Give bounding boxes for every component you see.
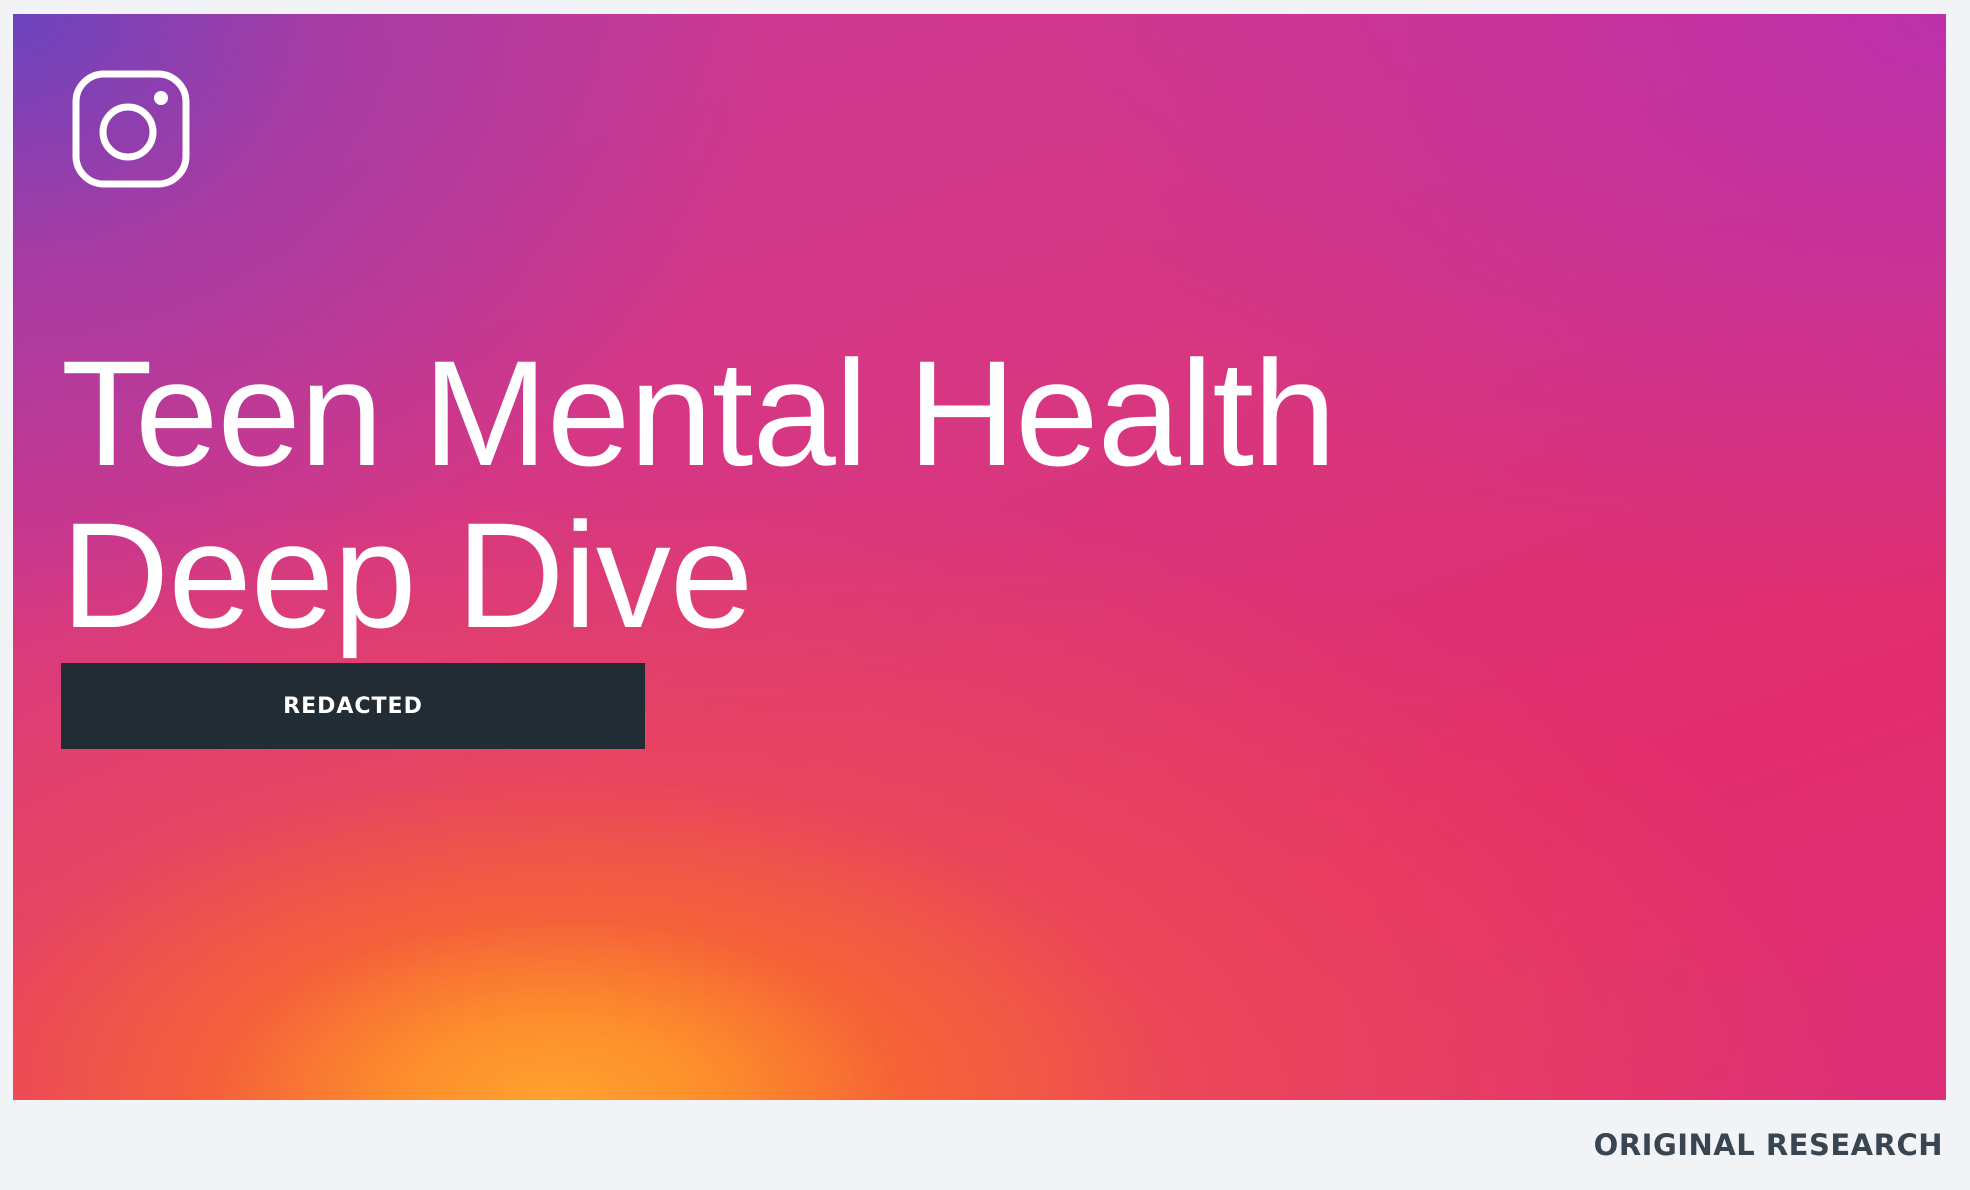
redacted-bar: REDACTED — [61, 663, 645, 749]
redacted-label: REDACTED — [283, 693, 423, 719]
footer-label: ORIGINAL RESEARCH — [1593, 1128, 1943, 1162]
title-slide: Teen Mental Health Deep Dive REDACTED — [13, 14, 1946, 1100]
slide-title-line-2: Deep Dive — [61, 491, 753, 659]
slide-title-line-1: Teen Mental Health — [61, 329, 1336, 497]
slide-title: Teen Mental Health Deep Dive — [61, 329, 1336, 659]
instagram-icon — [72, 70, 190, 188]
